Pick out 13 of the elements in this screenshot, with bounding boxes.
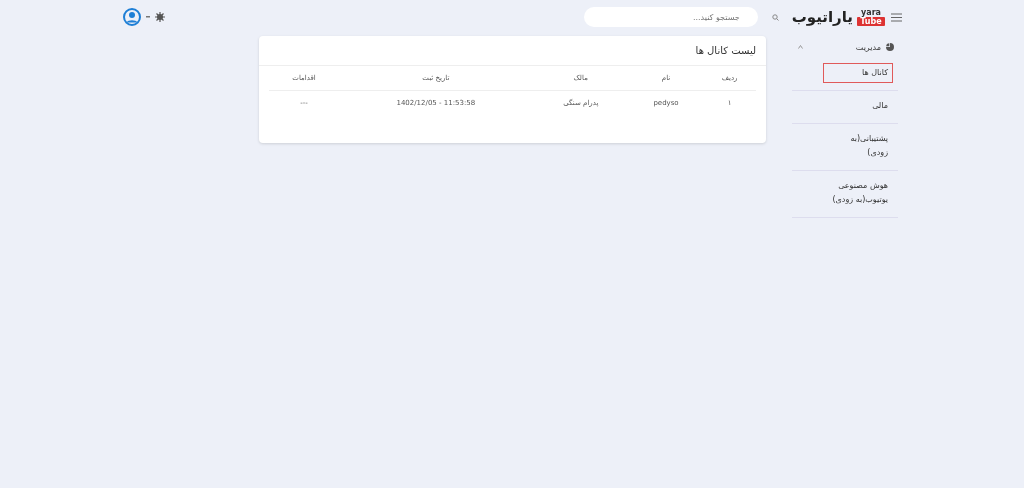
- sidebar-item[interactable]: پشتیبانی(به زودی): [824, 130, 892, 162]
- search-icon: [771, 13, 779, 21]
- pie-chart-icon: [886, 43, 894, 51]
- sidebar-item[interactable]: کانال ها: [824, 64, 892, 82]
- avatar-icon[interactable]: [123, 8, 141, 26]
- dash-icon: [146, 16, 150, 18]
- card-title: لیست کانال ها: [259, 36, 766, 66]
- sidebar-group[interactable]: مدیریت: [855, 42, 881, 52]
- sidebar-item[interactable]: هوش مصنوعی یوتیوب(به زودی): [824, 177, 892, 209]
- sidebar-item[interactable]: مالی: [824, 97, 892, 115]
- search-field[interactable]: جستجو کنید...: [583, 7, 758, 27]
- settings-icon[interactable]: [155, 12, 165, 22]
- menu-icon[interactable]: [891, 12, 902, 22]
